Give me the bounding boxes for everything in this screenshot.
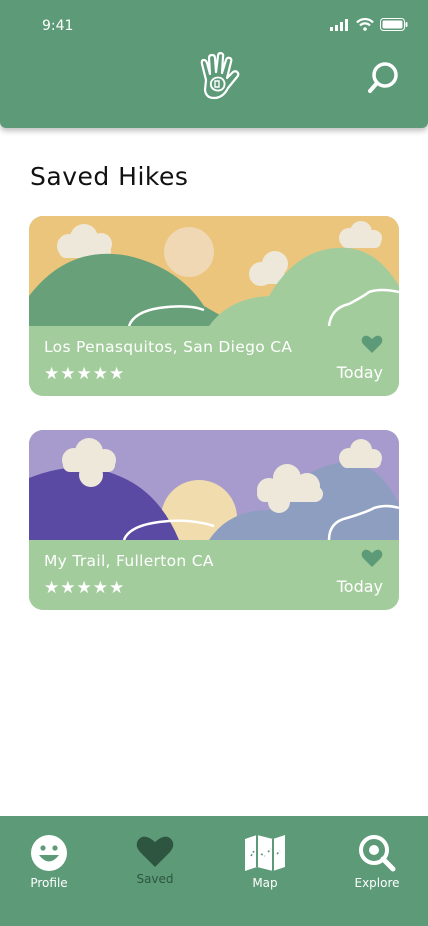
hike-name: My Trail, Fullerton CA: [44, 552, 214, 570]
wifi-icon: [356, 18, 374, 31]
heart-icon: [136, 836, 174, 867]
app-header: 9:41: [0, 0, 428, 128]
hike-info: Los Penasquitos, San Diego CA ★★★★★ Toda…: [29, 326, 399, 396]
tab-profile[interactable]: Profile: [9, 834, 89, 890]
hike-illustration: [29, 216, 399, 326]
magnifier-icon: [359, 835, 396, 872]
hike-card[interactable]: My Trail, Fullerton CA ★★★★★ Today: [29, 430, 399, 610]
tab-label: Explore: [354, 876, 400, 890]
search-button[interactable]: [366, 60, 402, 96]
tab-label: Profile: [30, 876, 68, 890]
map-icon: [245, 835, 285, 871]
tab-map[interactable]: Map: [225, 834, 305, 890]
battery-icon: [380, 18, 408, 31]
hike-card[interactable]: Los Penasquitos, San Diego CA ★★★★★ Toda…: [29, 216, 399, 396]
signal-icon: [330, 18, 348, 31]
tab-label: Saved: [136, 872, 174, 886]
tab-saved[interactable]: Saved: [115, 834, 195, 886]
hike-illustration: [29, 430, 399, 540]
hike-date: Today: [336, 577, 383, 596]
page-title: Saved Hikes: [30, 162, 189, 191]
tab-explore[interactable]: Explore: [337, 834, 417, 890]
hike-info: My Trail, Fullerton CA ★★★★★ Today: [29, 540, 399, 610]
status-time: 9:41: [42, 18, 74, 34]
smiley-icon: [31, 835, 67, 871]
hand-logo-icon: [200, 51, 240, 100]
status-icons: [330, 18, 408, 31]
hike-date: Today: [336, 363, 383, 382]
tab-label: Map: [252, 876, 278, 890]
hike-rating: ★★★★★: [44, 364, 126, 384]
hike-rating: ★★★★★: [44, 578, 126, 598]
hike-name: Los Penasquitos, San Diego CA: [44, 338, 293, 356]
heart-icon[interactable]: [361, 334, 383, 354]
heart-icon[interactable]: [361, 548, 383, 568]
tab-bar: Profile Saved Map Explore: [0, 816, 428, 926]
